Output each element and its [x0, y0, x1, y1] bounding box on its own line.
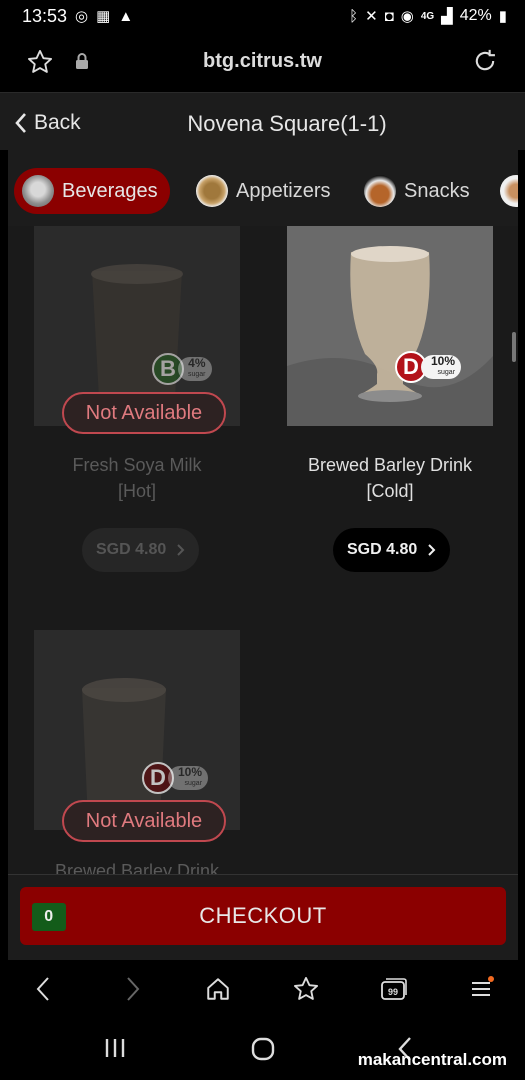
- checkout-button[interactable]: 0 CHECKOUT: [20, 887, 506, 945]
- tab-next-category[interactable]: [492, 168, 518, 214]
- product-variant: [Cold]: [366, 481, 414, 501]
- sugar-value: 10%: [178, 765, 203, 779]
- battery-percent: 42%: [459, 7, 492, 24]
- status-bar: 13:53 ◎ ▦ ▲ ᛒ ✕ ◘ ◉ 4G ▟ 42% ▮: [0, 0, 525, 32]
- battery-icon: ▮: [498, 7, 507, 25]
- chevron-right-icon: [177, 544, 185, 556]
- product-name-line: Fresh Soya Milk: [72, 455, 202, 475]
- product-grid: B 4% sugar Not Available Fresh Soya Milk…: [8, 226, 518, 874]
- url-text[interactable]: btg.citrus.tw: [0, 50, 525, 73]
- warning-icon: ▲: [118, 7, 134, 25]
- watermark: makancentral.com: [357, 1050, 507, 1069]
- sugar-pill: 10% sugar: [168, 765, 209, 790]
- browser-url-bar: btg.citrus.tw: [0, 32, 525, 92]
- tabs-icon[interactable]: 99: [378, 974, 408, 1004]
- glass-illustration: [287, 226, 493, 426]
- nutri-grade-badge: B 4% sugar: [152, 353, 212, 385]
- not-available-badge: Not Available: [62, 392, 226, 434]
- network-type: 4G: [420, 10, 435, 22]
- nutri-grade-badge: D 10% sugar: [395, 351, 462, 383]
- tab-label: Appetizers: [236, 179, 331, 202]
- svg-text:99: 99: [388, 987, 398, 997]
- scrollbar-thumb[interactable]: [512, 332, 516, 362]
- beverage-thumb-icon: [22, 175, 54, 207]
- product-name: Fresh Soya Milk [Hot]: [27, 452, 247, 504]
- browser-toolbar: 99: [0, 960, 525, 1020]
- nutri-grade-badge: D 10% sugar: [142, 762, 209, 794]
- sugar-value: 10%: [431, 354, 456, 368]
- sugar-unit: sugar: [184, 780, 203, 787]
- category-thumb-icon: [500, 175, 518, 207]
- sugar-unit: sugar: [437, 369, 456, 376]
- page-title: Novena Square(1-1): [187, 111, 387, 136]
- browser-forward-icon[interactable]: [118, 974, 148, 1004]
- price-label: SGD 4.80: [96, 541, 167, 558]
- reload-icon[interactable]: [471, 47, 499, 80]
- tab-appetizers[interactable]: Appetizers: [188, 168, 343, 214]
- sugar-value: 4%: [188, 356, 206, 370]
- not-available-badge: Not Available: [62, 800, 226, 842]
- price-label: SGD 4.80: [347, 541, 418, 558]
- category-tabs: Beverages Appetizers Snacks: [8, 150, 518, 230]
- chevron-right-icon: [428, 544, 436, 556]
- home-icon[interactable]: [203, 974, 233, 1004]
- tab-label: Snacks: [404, 179, 470, 202]
- cart-count-badge: 0: [32, 903, 66, 931]
- bluetooth-icon: ᛒ: [349, 7, 359, 25]
- product-name-line: Brewed Barley Drink: [54, 861, 220, 874]
- recent-apps-icon[interactable]: [102, 1036, 128, 1065]
- sugar-unit: sugar: [188, 371, 206, 378]
- menu-icon[interactable]: [466, 974, 496, 1004]
- android-nav-bar: makancentral.com: [0, 1020, 525, 1080]
- sugar-pill: 4% sugar: [178, 357, 212, 381]
- product-image: D 10% sugar: [287, 226, 493, 426]
- gallery-icon: ▦: [96, 7, 111, 25]
- product-name-line: Brewed Barley Drink: [307, 455, 473, 475]
- home-nav-icon[interactable]: [250, 1036, 276, 1067]
- location-icon: ◉: [400, 7, 414, 25]
- product-name: Brewed Barley Drink: [27, 858, 247, 874]
- status-time: 13:53: [22, 5, 68, 26]
- price-button[interactable]: SGD 4.80: [82, 528, 200, 572]
- price-button[interactable]: SGD 4.80: [333, 528, 451, 572]
- tab-snacks[interactable]: Snacks: [356, 168, 482, 214]
- browser-back-icon[interactable]: [28, 974, 58, 1004]
- product-variant: [Hot]: [117, 481, 156, 501]
- app-header: Back Novena Square(1-1): [0, 92, 525, 150]
- mute-icon: ✕: [365, 7, 378, 25]
- tab-beverages[interactable]: Beverages: [14, 168, 170, 214]
- checkout-bar: 0 CHECKOUT: [8, 874, 518, 960]
- whatsapp-icon: ◎: [75, 7, 89, 25]
- checkout-label: CHECKOUT: [199, 903, 327, 928]
- sugar-pill: 10% sugar: [421, 354, 462, 379]
- bookmarks-icon[interactable]: [291, 974, 321, 1004]
- signal-icon: ▟: [441, 7, 453, 25]
- appetizer-thumb-icon: [196, 175, 228, 207]
- tab-label: Beverages: [62, 179, 158, 202]
- snack-thumb-icon: [364, 175, 396, 207]
- alarm-icon: ◘: [384, 7, 394, 25]
- product-name: Brewed Barley Drink [Cold]: [280, 452, 500, 504]
